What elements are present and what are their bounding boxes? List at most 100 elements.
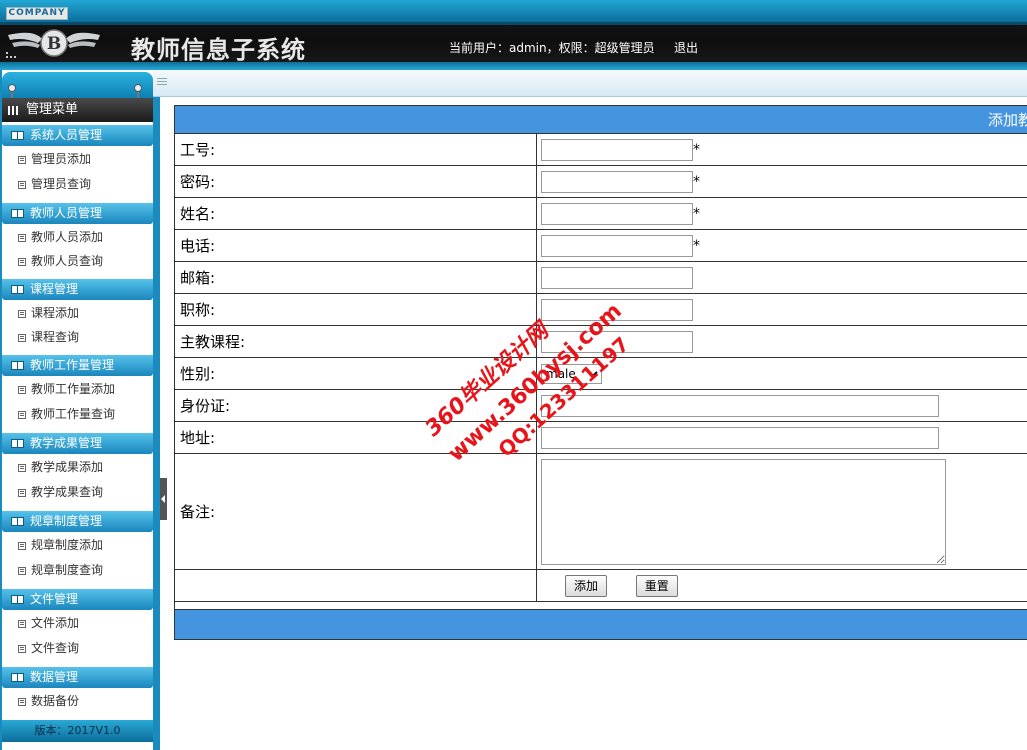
field-cell	[536, 261, 1027, 294]
form-header-row: 添加教	[174, 105, 1027, 134]
menu-group-label: 规章制度管理	[30, 514, 103, 528]
document-icon	[18, 181, 26, 189]
field-label: 备注:	[174, 453, 537, 570]
spacer-cell	[174, 601, 1027, 610]
menu-item-regulation-query[interactable]: 规章制度查询	[2, 558, 153, 583]
form-actions-row: 添加 重置	[174, 569, 1027, 602]
field-label: 密码:	[174, 165, 537, 198]
email-input[interactable]	[541, 266, 693, 289]
menu-group-achievement[interactable]: 教学成果管理	[2, 433, 153, 454]
document-icon	[18, 411, 26, 419]
password-input[interactable]	[541, 170, 693, 193]
menu-group-workload[interactable]: 教师工作量管理	[2, 355, 153, 376]
svg-text:B: B	[47, 34, 61, 54]
menu-item-achievement-add[interactable]: 教学成果添加	[2, 455, 153, 480]
form-row: 身份证:	[174, 389, 1027, 422]
menu-item-admin-add[interactable]: 管理员添加	[2, 147, 153, 172]
grid-icon	[8, 106, 20, 115]
pin-icon	[8, 84, 16, 102]
menu-group-course[interactable]: 课程管理	[2, 279, 153, 300]
id-card-input[interactable]	[541, 394, 939, 417]
content-toolbar	[153, 70, 1027, 97]
document-icon	[18, 258, 26, 266]
menu-group-label: 系统人员管理	[30, 128, 103, 142]
menu-item-label: 规章制度添加	[31, 538, 104, 552]
grip-icon	[157, 78, 167, 87]
job-title-input[interactable]	[541, 298, 693, 321]
menu-item-label: 数据备份	[31, 694, 80, 708]
menu-item-data-backup[interactable]: 数据备份	[2, 689, 153, 714]
form-row: 密码: *	[174, 165, 1027, 198]
menu-title-label: 管理菜单	[26, 102, 79, 117]
current-user-info: 当前用户：admin，权限：超级管理员	[449, 41, 655, 55]
reset-button[interactable]: 重置	[635, 574, 678, 597]
gender-select[interactable]: male	[541, 363, 602, 384]
menu-item-course-query[interactable]: 课程查询	[2, 325, 153, 350]
menu-group-system-staff[interactable]: 系统人员管理	[2, 125, 153, 146]
field-label: 电话:	[174, 229, 537, 262]
menu-item-label: 教师人员添加	[31, 230, 104, 244]
document-icon	[18, 234, 26, 242]
menu-item-teacher-query[interactable]: 教师人员查询	[2, 249, 153, 274]
menu-item-achievement-query[interactable]: 教学成果查询	[2, 480, 153, 505]
document-icon	[18, 489, 26, 497]
header-top-band	[0, 0, 1027, 22]
menu-item-admin-query[interactable]: 管理员查询	[2, 172, 153, 197]
logout-link[interactable]: 退出	[674, 39, 698, 56]
menu-group-label: 文件管理	[30, 592, 79, 606]
menu-group-file[interactable]: 文件管理	[2, 589, 153, 610]
field-cell: *	[536, 229, 1027, 262]
menu-item-workload-add[interactable]: 教师工作量添加	[2, 377, 153, 402]
document-icon	[18, 156, 26, 164]
sidebar: 管理菜单 系统人员管理 管理员添加 管理员查询 教师人员管理 教师人员添加 教师…	[0, 70, 160, 750]
menu-title: 管理菜单	[2, 98, 153, 122]
header-top-divider	[0, 22, 1027, 25]
form-row: 工号: *	[174, 133, 1027, 166]
document-icon	[18, 542, 26, 550]
menu-group-label: 教学成果管理	[30, 436, 103, 450]
book-icon	[11, 285, 24, 294]
add-button[interactable]: 添加	[565, 574, 608, 597]
phone-input[interactable]	[541, 234, 693, 257]
menu-item-label: 教学成果添加	[31, 460, 104, 474]
field-label: 身份证:	[174, 389, 537, 422]
form-footer-bar	[174, 609, 1027, 640]
menu-item-course-add[interactable]: 课程添加	[2, 301, 153, 326]
required-mark: *	[693, 237, 700, 254]
field-cell	[536, 389, 1027, 422]
document-icon	[18, 310, 26, 318]
menu-item-label: 教师工作量查询	[31, 407, 116, 421]
name-input[interactable]	[541, 202, 693, 225]
employee-id-input[interactable]	[541, 138, 693, 161]
menu-group-label: 数据管理	[30, 670, 79, 684]
book-icon	[11, 595, 24, 604]
main-course-input[interactable]	[541, 330, 693, 353]
menu-group-data[interactable]: 数据管理	[2, 667, 153, 688]
sidebar-collapse-handle[interactable]	[160, 478, 167, 520]
remarks-textarea[interactable]	[541, 458, 946, 565]
field-label: 主教课程:	[174, 325, 537, 358]
menu-item-label: 教师工作量添加	[31, 382, 116, 396]
menu-item-file-query[interactable]: 文件查询	[2, 636, 153, 661]
document-icon	[18, 698, 26, 706]
book-icon	[11, 131, 24, 140]
app-header: COMPANY B 教师信息子系统 当前用户：admin，权限：超级管理员 退出	[0, 0, 1027, 70]
field-label: 邮箱:	[174, 261, 537, 294]
menu-item-label: 教师人员查询	[31, 254, 104, 268]
field-label: 性别:	[174, 357, 537, 390]
menu-item-label: 教学成果查询	[31, 485, 104, 499]
menu-item-regulation-add[interactable]: 规章制度添加	[2, 533, 153, 558]
menu-item-workload-query[interactable]: 教师工作量查询	[2, 402, 153, 427]
form-row: 主教课程:	[174, 325, 1027, 358]
menu-item-label: 课程添加	[31, 306, 80, 320]
menu-item-file-add[interactable]: 文件添加	[2, 611, 153, 636]
menu-item-label: 规章制度查询	[31, 563, 104, 577]
address-input[interactable]	[541, 426, 939, 449]
menu-item-teacher-add[interactable]: 教师人员添加	[2, 225, 153, 250]
form-row: 地址:	[174, 421, 1027, 454]
document-icon	[18, 567, 26, 575]
document-icon	[18, 464, 26, 472]
field-cell: *	[536, 133, 1027, 166]
menu-group-teacher-staff[interactable]: 教师人员管理	[2, 203, 153, 224]
menu-group-regulation[interactable]: 规章制度管理	[2, 511, 153, 532]
